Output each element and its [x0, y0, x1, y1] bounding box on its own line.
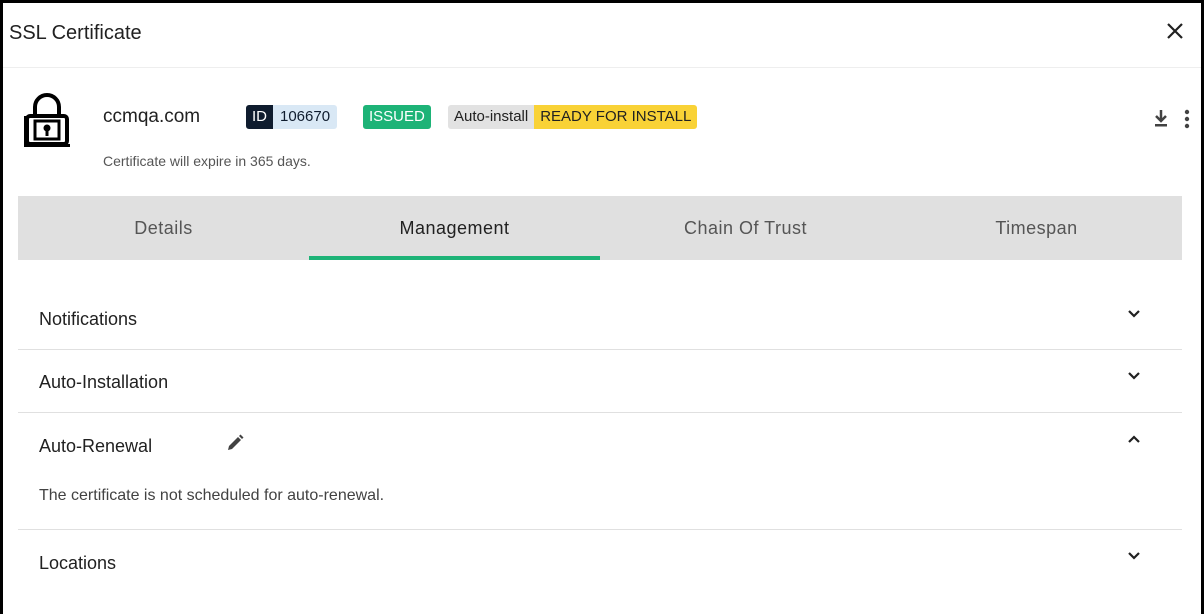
id-badge-label: ID — [246, 105, 273, 129]
section-title-auto-installation: Auto-Installation — [39, 372, 169, 392]
auto-install-label: Auto-install — [448, 105, 535, 129]
auto-install-status: READY FOR INSTALL — [534, 105, 698, 129]
chevron-down-icon[interactable] — [1126, 548, 1142, 564]
dialog-title: SSL Certificate — [9, 22, 142, 44]
lock-icon — [24, 93, 70, 147]
section-title-notifications: Notifications — [39, 309, 138, 329]
section-title-locations: Locations — [39, 553, 117, 573]
more-vert-icon[interactable] — [1177, 108, 1197, 130]
dialog-titlebar: SSL Certificate — [3, 3, 1201, 68]
tab-chain-of-trust[interactable]: Chain Of Trust — [600, 196, 891, 260]
chevron-down-icon[interactable] — [1126, 306, 1142, 322]
certificate-domain: ccmqa.com — [103, 106, 201, 127]
id-badge-value: 106670 — [273, 105, 338, 129]
tab-details[interactable]: Details — [18, 196, 309, 260]
section-auto-renewal[interactable]: Auto-Renewal The certificate is not sche… — [18, 413, 1182, 530]
auto-install-badge: Auto-install READY FOR INSTALL — [448, 105, 698, 129]
chevron-up-icon[interactable] — [1126, 431, 1142, 447]
close-icon[interactable] — [1163, 19, 1187, 43]
section-auto-installation[interactable]: Auto-Installation — [18, 350, 1182, 413]
download-icon[interactable] — [1151, 108, 1171, 128]
chevron-down-icon[interactable] — [1126, 368, 1142, 384]
section-notifications[interactable]: Notifications — [18, 286, 1182, 350]
expiry-text: Certificate will expire in 365 days. — [103, 153, 311, 169]
status-badge: ISSUED — [363, 105, 431, 129]
section-locations[interactable]: Locations — [18, 530, 1182, 594]
id-badge: ID 106670 — [246, 105, 338, 129]
tab-timespan[interactable]: Timespan — [891, 196, 1182, 260]
pencil-icon[interactable] — [225, 433, 245, 453]
section-title-auto-renewal: Auto-Renewal — [39, 436, 153, 456]
tab-bar: Details Management Chain Of Trust Timesp… — [18, 196, 1182, 260]
tab-management[interactable]: Management — [309, 196, 600, 260]
auto-renewal-description: The certificate is not scheduled for aut… — [39, 487, 385, 504]
certificate-header: ccmqa.com ID 106670 ISSUED Auto-install … — [3, 68, 1201, 196]
